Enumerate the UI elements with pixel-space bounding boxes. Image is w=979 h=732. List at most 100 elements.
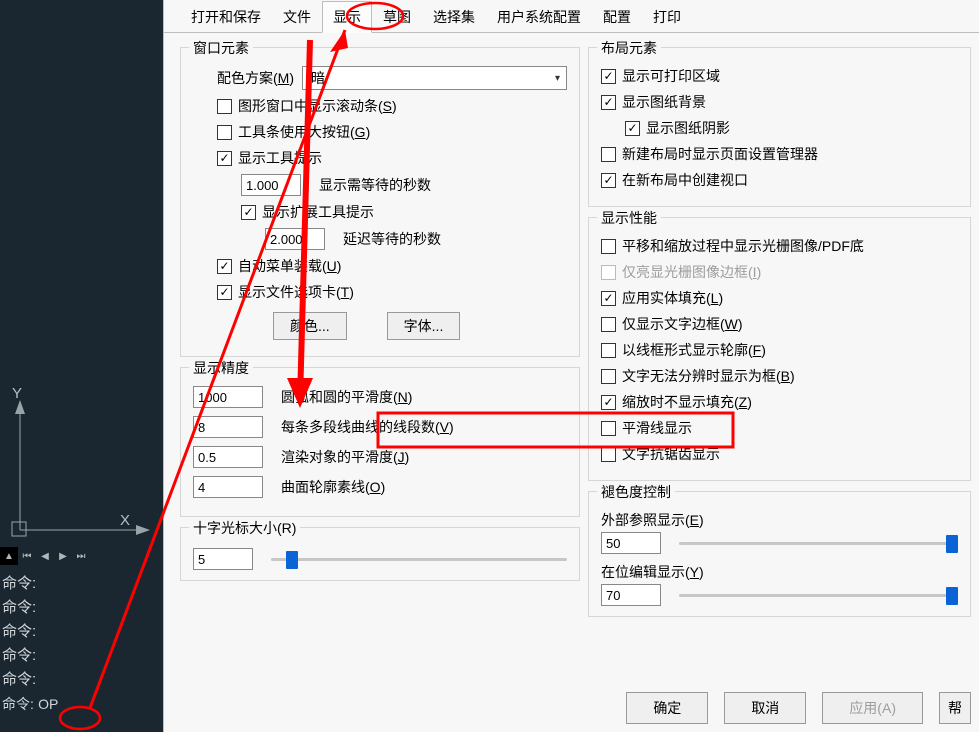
pagesetup-checkbox[interactable] — [601, 147, 616, 162]
chevron-down-icon: ▾ — [555, 73, 560, 84]
printable-label: 显示可打印区域 — [622, 66, 720, 86]
nav-last-icon[interactable]: ⏭ — [72, 547, 90, 565]
arc-smoothness-label: 圆弧和圆的平滑度(N) — [281, 387, 412, 407]
ext-tooltips-checkbox[interactable] — [241, 205, 256, 220]
nav-next-icon[interactable]: ▶ — [54, 547, 72, 565]
ext-tooltips-label: 显示扩展工具提示 — [262, 202, 374, 222]
papershadow-checkbox[interactable] — [625, 121, 640, 136]
zoomfill-label: 缩放时不显示填充(Z) — [622, 392, 752, 412]
printable-checkbox[interactable] — [601, 69, 616, 84]
automenu-checkbox[interactable] — [217, 259, 232, 274]
tooltips-label: 显示工具提示 — [238, 148, 322, 168]
tooltips-delay-label: 显示需等待的秒数 — [319, 175, 431, 195]
color-scheme-select[interactable]: 暗▾ — [302, 66, 567, 90]
model-tabs-nav: ▲ ⏮ ◀ ▶ ⏭ — [0, 545, 163, 567]
group-display-performance: 显示性能 平移和缩放过程中显示光栅图像/PDF底 仅亮显光栅图像边框(I) 应用… — [588, 217, 971, 481]
nav-prev-icon[interactable]: ◀ — [36, 547, 54, 565]
command-line: 命令: — [2, 668, 58, 692]
group-layout-elements: 布局元素 显示可打印区域 显示图纸背景 显示图纸阴影 新建布局时显示页面设置管理… — [588, 47, 971, 207]
command-input-line[interactable]: 命令: OP — [2, 692, 58, 717]
papershadow-label: 显示图纸阴影 — [646, 118, 730, 138]
crosshair-size-input[interactable] — [193, 548, 253, 570]
tab-print[interactable]: 打印 — [642, 1, 692, 33]
command-line: 命令: — [2, 572, 58, 596]
largebtn-checkbox[interactable] — [217, 125, 232, 140]
tab-selection[interactable]: 选择集 — [422, 1, 486, 33]
viewport-checkbox[interactable] — [601, 173, 616, 188]
antialias-checkbox[interactable] — [601, 447, 616, 462]
group-title: 布局元素 — [597, 38, 661, 58]
ok-button[interactable]: 确定 — [626, 692, 708, 724]
command-line: 命令: — [2, 644, 58, 668]
textframe-checkbox[interactable] — [601, 317, 616, 332]
tooltips-checkbox[interactable] — [217, 151, 232, 166]
arc-smoothness-input[interactable] — [193, 386, 263, 408]
solidfill-label: 应用实体填充(L) — [622, 288, 723, 308]
surface-lines-input[interactable] — [193, 476, 263, 498]
help-button[interactable]: 帮 — [939, 692, 971, 724]
textframe-label: 仅显示文字边框(W) — [622, 314, 743, 334]
colors-button[interactable]: 颜色... — [273, 312, 347, 340]
tab-open-save[interactable]: 打开和保存 — [180, 1, 272, 33]
solidfill-checkbox[interactable] — [601, 291, 616, 306]
group-title: 褪色度控制 — [597, 482, 675, 502]
dialog-footer: 确定 取消 应用(A) 帮 — [626, 692, 979, 724]
xref-fade-slider[interactable] — [679, 533, 958, 553]
svg-text:X: X — [120, 512, 130, 529]
tooltips-delay-input[interactable] — [241, 174, 301, 196]
filetabs-label: 显示文件选项卡(T) — [238, 282, 354, 302]
inplace-label: 在位编辑显示(Y) — [601, 564, 704, 580]
command-history: 命令: 命令: 命令: 命令: 命令: 命令: OP — [2, 572, 58, 717]
render-smooth-input[interactable] — [193, 446, 263, 468]
group-title: 窗口元素 — [189, 38, 253, 58]
color-scheme-label: 配色方案(M) — [217, 68, 294, 88]
smoothline-checkbox[interactable] — [601, 421, 616, 436]
xref-label: 外部参照显示(E) — [601, 512, 704, 528]
tab-config[interactable]: 配置 — [592, 1, 642, 33]
group-fade-control: 褪色度控制 外部参照显示(E) 在位编辑显示(Y) — [588, 491, 971, 617]
textbox-checkbox[interactable] — [601, 369, 616, 384]
cancel-button[interactable]: 取消 — [724, 692, 806, 724]
fonts-button[interactable]: 字体... — [387, 312, 461, 340]
filetabs-checkbox[interactable] — [217, 285, 232, 300]
inplace-fade-slider[interactable] — [679, 585, 958, 605]
wireframe-checkbox[interactable] — [601, 343, 616, 358]
paperbg-checkbox[interactable] — [601, 95, 616, 110]
antialias-label: 文字抗锯齿显示 — [622, 444, 720, 464]
group-title: 显示性能 — [597, 208, 661, 228]
ext-tooltips-delay-label: 延迟等待的秒数 — [343, 229, 441, 249]
zoomfill-checkbox[interactable] — [601, 395, 616, 410]
tab-user-config[interactable]: 用户系统配置 — [486, 1, 592, 33]
pagesetup-label: 新建布局时显示页面设置管理器 — [622, 144, 818, 164]
highlight-raster-label: 仅亮显光栅图像边框(I) — [622, 262, 761, 282]
pan-raster-label: 平移和缩放过程中显示光栅图像/PDF底 — [622, 236, 864, 256]
ext-tooltips-delay-input[interactable] — [265, 228, 325, 250]
paperbg-label: 显示图纸背景 — [622, 92, 706, 112]
apply-button[interactable]: 应用(A) — [822, 692, 923, 724]
tab-display[interactable]: 显示 — [322, 1, 372, 33]
tab-file[interactable]: 文件 — [272, 1, 322, 33]
group-window-elements: 窗口元素 配色方案(M) 暗▾ 图形窗口中显示滚动条(S) 工具条使用大按钮(G… — [180, 47, 580, 357]
group-crosshair: 十字光标大小(R) — [180, 527, 580, 581]
options-dialog: 打开和保存 文件 显示 草图 选择集 用户系统配置 配置 打印 窗口元素 配色方… — [163, 0, 979, 732]
surface-lines-label: 曲面轮廓素线(O) — [281, 477, 385, 497]
xref-fade-input[interactable] — [601, 532, 661, 554]
pan-raster-checkbox[interactable] — [601, 239, 616, 254]
svg-text:Y: Y — [12, 385, 22, 402]
crosshair-slider[interactable] — [271, 549, 567, 569]
tab-sketch[interactable]: 草图 — [372, 1, 422, 33]
command-line: 命令: — [2, 596, 58, 620]
nav-first-icon[interactable]: ⏮ — [18, 547, 36, 565]
viewport-label: 在新布局中创建视口 — [622, 170, 748, 190]
largebtn-label: 工具条使用大按钮(G) — [238, 122, 370, 142]
group-title: 十字光标大小(R) — [189, 518, 300, 538]
smoothline-label: 平滑线显示 — [622, 418, 692, 438]
highlight-raster-checkbox — [601, 265, 616, 280]
nav-collapse-icon[interactable]: ▲ — [0, 547, 18, 565]
polyline-seg-input[interactable] — [193, 416, 263, 438]
automenu-label: 自动菜单装载(U) — [238, 256, 341, 276]
scrollbar-checkbox[interactable] — [217, 99, 232, 114]
ucs-axes: Y X — [10, 400, 150, 553]
tab-bar: 打开和保存 文件 显示 草图 选择集 用户系统配置 配置 打印 — [164, 0, 979, 33]
inplace-fade-input[interactable] — [601, 584, 661, 606]
